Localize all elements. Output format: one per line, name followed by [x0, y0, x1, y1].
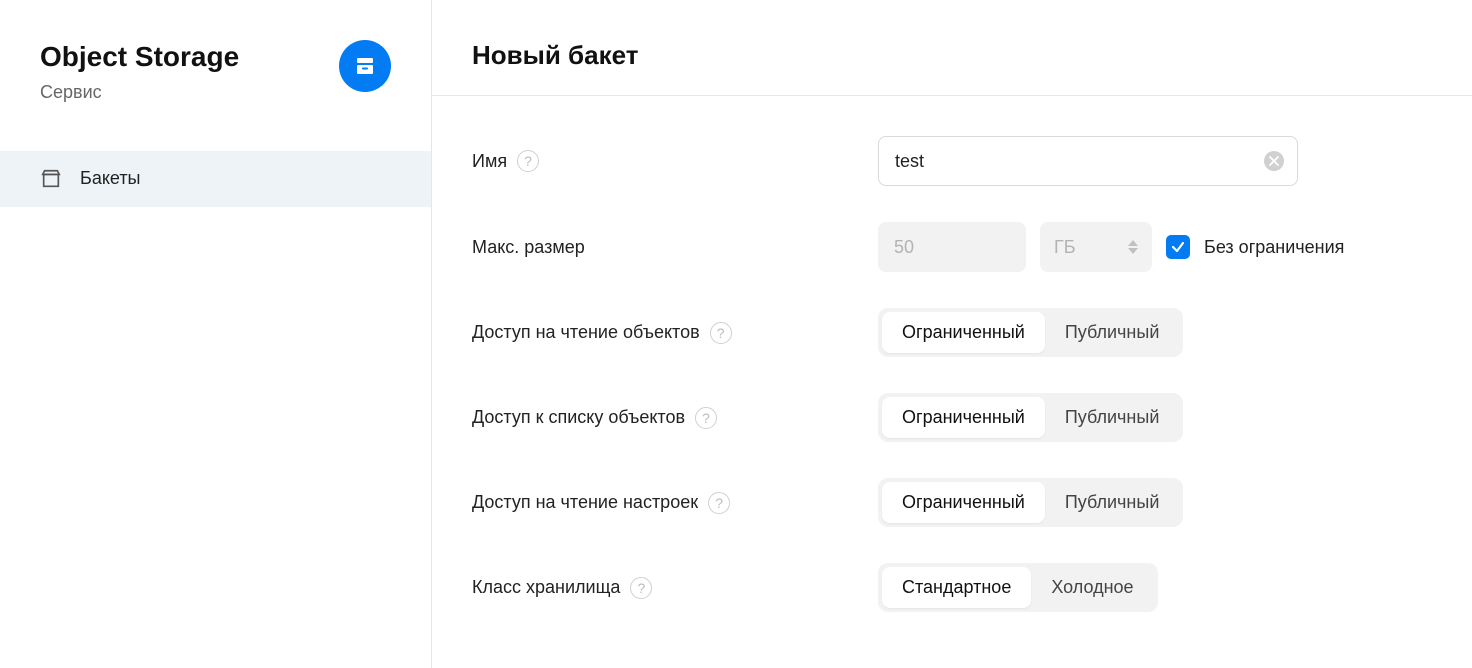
row-name: Имя ? — [472, 136, 1432, 186]
sidebar-item-buckets[interactable]: Бакеты — [0, 151, 431, 207]
sidebar-item-label: Бакеты — [80, 168, 141, 189]
field-read-settings: Ограниченный Публичный — [878, 478, 1183, 527]
label-max-size-text: Макс. размер — [472, 237, 585, 258]
help-icon[interactable]: ? — [710, 322, 732, 344]
storage-icon — [339, 40, 391, 92]
segment-opt-cold[interactable]: Холодное — [1031, 567, 1153, 608]
help-icon[interactable]: ? — [630, 577, 652, 599]
name-input-wrap — [878, 136, 1298, 186]
row-read-objects: Доступ на чтение объектов ? Ограниченный… — [472, 308, 1432, 357]
main: Новый бакет Имя ? — [432, 0, 1472, 668]
unlimited-checkbox[interactable] — [1166, 235, 1190, 259]
row-read-settings: Доступ на чтение настроек ? Ограниченный… — [472, 478, 1432, 527]
bucket-icon — [40, 168, 62, 190]
field-list-objects: Ограниченный Публичный — [878, 393, 1183, 442]
stepper-arrows-icon — [1128, 240, 1138, 254]
sidebar-header-text: Object Storage Сервис — [40, 40, 239, 103]
sidebar-nav: Бакеты — [0, 151, 431, 207]
label-list-objects: Доступ к списку объектов ? — [472, 407, 878, 429]
segment-read-settings: Ограниченный Публичный — [878, 478, 1183, 527]
segment-read-objects: Ограниченный Публичный — [878, 308, 1183, 357]
page-title: Новый бакет — [472, 40, 1432, 71]
unit-value: ГБ — [1054, 237, 1076, 258]
field-storage-class: Стандартное Холодное — [878, 563, 1158, 612]
label-read-settings-text: Доступ на чтение настроек — [472, 492, 698, 513]
label-read-objects: Доступ на чтение объектов ? — [472, 322, 878, 344]
label-storage-class: Класс хранилища ? — [472, 577, 878, 599]
segment-opt-restricted[interactable]: Ограниченный — [882, 312, 1045, 353]
field-max-size: ГБ Без ограничения — [878, 222, 1344, 272]
field-read-objects: Ограниченный Публичный — [878, 308, 1183, 357]
unlimited-label: Без ограничения — [1204, 237, 1344, 258]
label-name: Имя ? — [472, 150, 878, 172]
segment-opt-public[interactable]: Публичный — [1045, 312, 1180, 353]
row-storage-class: Класс хранилища ? Стандартное Холодное — [472, 563, 1432, 612]
segment-storage-class: Стандартное Холодное — [878, 563, 1158, 612]
label-read-objects-text: Доступ на чтение объектов — [472, 322, 700, 343]
label-name-text: Имя — [472, 151, 507, 172]
max-size-input — [878, 222, 1026, 272]
segment-opt-standard[interactable]: Стандартное — [882, 567, 1031, 608]
bucket-form: Имя ? Макс. размер — [432, 96, 1472, 652]
help-icon[interactable]: ? — [708, 492, 730, 514]
sidebar: Object Storage Сервис Бакеты — [0, 0, 432, 668]
label-max-size: Макс. размер — [472, 237, 878, 258]
segment-list-objects: Ограниченный Публичный — [878, 393, 1183, 442]
main-header: Новый бакет — [432, 0, 1472, 96]
clear-icon[interactable] — [1264, 151, 1284, 171]
segment-opt-public[interactable]: Публичный — [1045, 482, 1180, 523]
segment-opt-restricted[interactable]: Ограниченный — [882, 482, 1045, 523]
row-list-objects: Доступ к списку объектов ? Ограниченный … — [472, 393, 1432, 442]
unit-select: ГБ — [1040, 222, 1152, 272]
sidebar-header: Object Storage Сервис — [0, 0, 431, 127]
row-max-size: Макс. размер ГБ Без ограничения — [472, 222, 1432, 272]
label-read-settings: Доступ на чтение настроек ? — [472, 492, 878, 514]
label-list-objects-text: Доступ к списку объектов — [472, 407, 685, 428]
service-title: Object Storage — [40, 40, 239, 74]
field-name — [878, 136, 1298, 186]
label-storage-class-text: Класс хранилища — [472, 577, 620, 598]
service-subtitle: Сервис — [40, 82, 239, 103]
help-icon[interactable]: ? — [695, 407, 717, 429]
segment-opt-restricted[interactable]: Ограниченный — [882, 397, 1045, 438]
help-icon[interactable]: ? — [517, 150, 539, 172]
name-input[interactable] — [878, 136, 1298, 186]
segment-opt-public[interactable]: Публичный — [1045, 397, 1180, 438]
